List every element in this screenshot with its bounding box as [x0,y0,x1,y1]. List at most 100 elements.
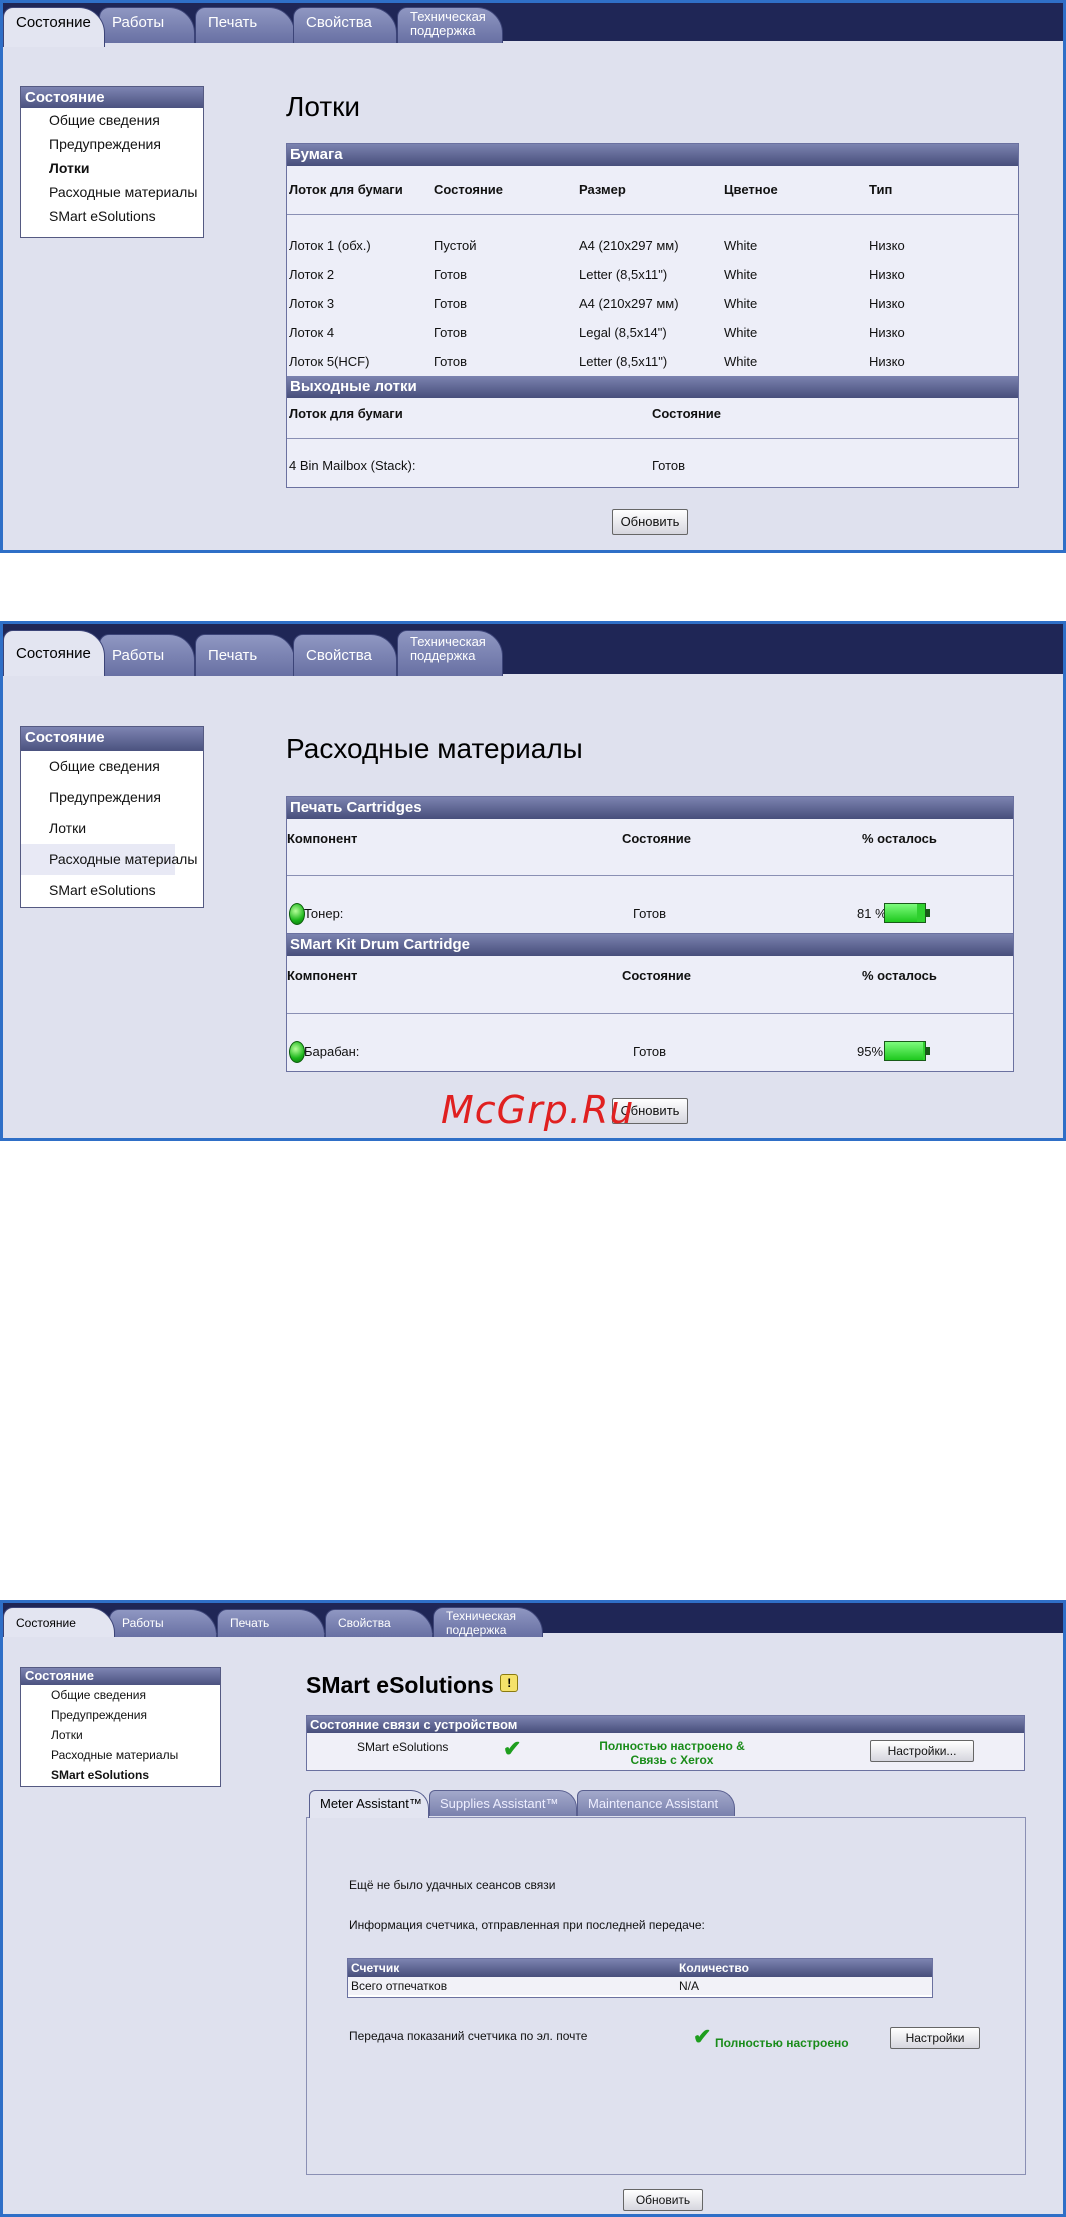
tray-status: Пустой [434,238,477,253]
table-row: Лоток 2 Готов Letter (8,5x11") White Низ… [287,267,1018,287]
tab-properties[interactable]: Свойства [293,7,397,43]
tray-status: Готов [434,325,468,340]
sidebar-item-alerts[interactable]: Предупреждения [21,782,203,813]
tab-maintenance-assistant[interactable]: Maintenance Assistant [577,1790,735,1816]
sidebar-header: Состояние [21,87,203,108]
supplies-screenshot: Состояние Работы Печать Свойства Техниче… [0,621,1066,1141]
connection-item-label: SMart eSolutions [357,1740,449,1754]
sidebar-nav: Состояние Общие сведения Предупреждения … [20,1667,221,1787]
table-row: Лоток 4 Готов Legal (8,5x14") White Низк… [287,325,1018,345]
sidebar-item-alerts[interactable]: Предупреждения [21,132,203,156]
tray-color: White [724,267,758,282]
sidebar-item-smart-esolutions[interactable]: SMart eSolutions [21,204,203,228]
page-title: Лотки [286,91,361,122]
tray-size: Letter (8,5x11") [579,354,668,369]
meter-assistant-panel: Ещё не было удачных сеансов связи Информ… [306,1817,1026,2175]
page-title-text: SMart eSolutions [306,1672,494,1698]
tab-status[interactable]: Состояние [3,7,105,47]
email-settings-button[interactable]: Настройки [890,2027,980,2049]
toner-level-fill [885,904,918,922]
col-status: Состояние [622,968,692,983]
tab-jobs[interactable]: Работы [99,634,195,676]
tray-status: Готов [434,354,468,369]
col-percent-left: % осталось [862,968,937,983]
header-divider [287,875,1013,876]
col-component: Компонент [287,968,358,983]
sidebar-item-overview[interactable]: Общие сведения [21,751,203,782]
tray-name: Лоток 2 [289,267,335,282]
tab-bar: Состояние Работы Печать Свойства Техниче… [3,1603,1063,1637]
tray-size: A4 (210x297 мм) [579,296,679,311]
tray-name: Лоток 4 [289,325,335,340]
tab-supplies-assistant[interactable]: Supplies Assistant™ [429,1790,577,1816]
tray-size: Legal (8,5x14") [579,325,667,340]
sidebar-item-trays[interactable]: Лотки [21,813,203,844]
drum-cartridge-panel: SMart Kit Drum Cartridge Компонент Состо… [286,933,1014,1072]
tab-print[interactable]: Печать [217,1609,325,1637]
drum-level-fill [885,1042,923,1060]
drum-level-gauge [884,1041,930,1061]
toner-label: Тонер: [304,906,344,921]
settings-button[interactable]: Настройки... [870,1740,974,1762]
sidebar-nav: Состояние Общие сведения Предупреждения … [20,726,204,908]
paper-section-header: Бумага [287,144,1018,166]
tray-name: Лоток 5(HCF) [289,354,370,369]
sidebar-item-trays[interactable]: Лотки [21,156,203,180]
tray-type: Низко [869,267,905,282]
tab-meter-assistant[interactable]: Meter Assistant™ [309,1790,429,1818]
tab-status[interactable]: Состояние [3,1607,115,1637]
sidebar-item-supplies[interactable]: Расходные материалы [21,1745,220,1765]
print-cartridges-header: Печать Cartridges [287,797,1013,819]
col-percent-left: % осталось [862,831,937,846]
tray-type: Низко [869,354,905,369]
toner-level-gauge [884,903,930,923]
tab-support[interactable]: Техническая поддержка [397,7,503,43]
tab-print[interactable]: Печать [195,634,295,676]
meter-table: Счетчик Количество Всего отпечатков N/A [347,1958,933,1998]
tray-color: White [724,296,758,311]
check-icon: ✔ [693,2024,712,2049]
sidebar-item-smart-esolutions[interactable]: SMart eSolutions [21,1765,220,1785]
tray-type: Низко [869,325,905,340]
connection-status-line2: Связь с Xerox [630,1753,714,1767]
sidebar-item-overview[interactable]: Общие сведения [21,108,203,132]
tray-size: Letter (8,5x11") [579,267,668,282]
tray-status: Готов [434,296,468,311]
tab-support[interactable]: Техническая поддержка [397,630,503,676]
drum-cartridge-header: SMart Kit Drum Cartridge [287,934,1013,956]
info-icon[interactable]: ! [500,1674,519,1692]
output-section-header: Выходные лотки [287,376,1018,398]
sidebar-item-trays[interactable]: Лотки [21,1725,220,1745]
tray-name: Лоток 1 (обх.) [289,238,371,253]
sidebar-item-supplies[interactable]: Расходные материалы [21,844,197,875]
tab-status[interactable]: Состояние [3,630,105,676]
header-divider [287,214,1018,215]
tab-properties[interactable]: Свойства [325,1609,433,1637]
sidebar-item-overview[interactable]: Общие сведения [21,1685,220,1705]
refresh-button[interactable]: Обновить [623,2189,703,2211]
col-status: Состояние [434,182,504,197]
connection-status-header: Состояние связи с устройством [307,1716,1024,1733]
sidebar-item-smart-esolutions[interactable]: SMart eSolutions [21,875,203,906]
output-tray-name: 4 Bin Mailbox (Stack): [289,458,416,473]
sidebar-item-alerts[interactable]: Предупреждения [21,1705,220,1725]
no-sessions-text: Ещё не было удачных сеансов связи [349,1878,556,1892]
drum-status-icon [289,1041,305,1063]
tray-color: White [724,238,758,253]
header-divider [287,1013,1013,1014]
tray-size: A4 (210x297 мм) [579,238,679,253]
print-cartridges-panel: Печать Cartridges Компонент Состояние % … [286,796,1014,934]
refresh-button[interactable]: Обновить [612,509,688,535]
tab-jobs[interactable]: Работы [99,7,195,43]
table-row: Лоток 3 Готов A4 (210x297 мм) White Низк… [287,296,1018,316]
tab-print[interactable]: Печать [195,7,295,43]
tab-support[interactable]: Техническая поддержка [433,1607,543,1637]
meter-value: N/A [679,1979,700,1993]
sidebar-item-supplies[interactable]: Расходные материалы [21,180,203,204]
tray-color: White [724,325,758,340]
col-type: Тип [869,182,893,197]
tab-jobs[interactable]: Работы [109,1609,217,1637]
drum-label: Барабан: [304,1044,360,1059]
tab-properties[interactable]: Свойства [293,634,397,676]
sidebar-header: Состояние [21,1668,220,1685]
